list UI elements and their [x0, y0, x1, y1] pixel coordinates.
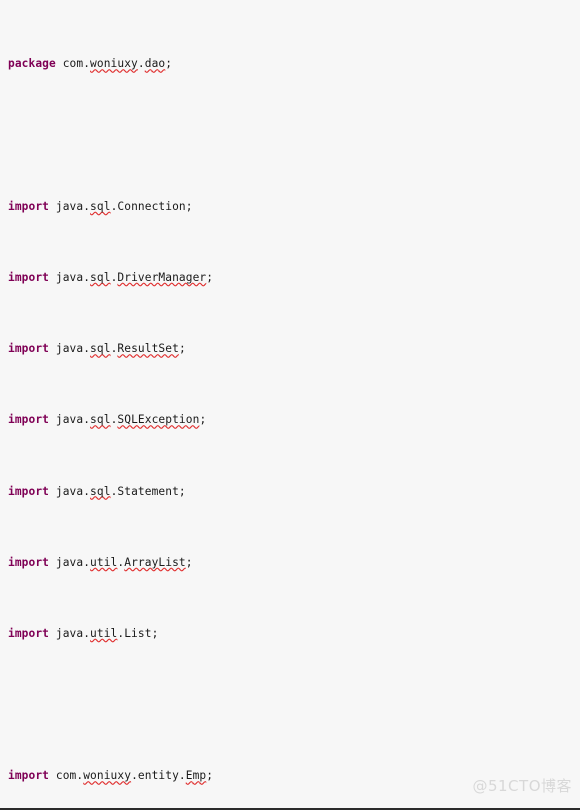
code-line: import java.sql.SQLException; [8, 413, 207, 427]
code-line: import java.sql.ResultSet; [8, 342, 186, 356]
code-line: import com.woniuxy.entity.Emp; [8, 769, 214, 783]
code-line: import java.sql.DriverManager; [8, 270, 214, 284]
code-editor-screenshot: package com.woniuxy.dao; import java.sql… [0, 0, 580, 810]
code-line: import java.util.List; [8, 626, 159, 640]
code-line: import java.sql.Statement; [8, 484, 186, 498]
code-line: import java.sql.Connection; [8, 199, 193, 213]
code-line: import java.util.ArrayList; [8, 555, 193, 569]
code-content[interactable]: package com.woniuxy.dao; import java.sql… [8, 2, 580, 808]
code-line: package com.woniuxy.dao; [8, 57, 173, 71]
